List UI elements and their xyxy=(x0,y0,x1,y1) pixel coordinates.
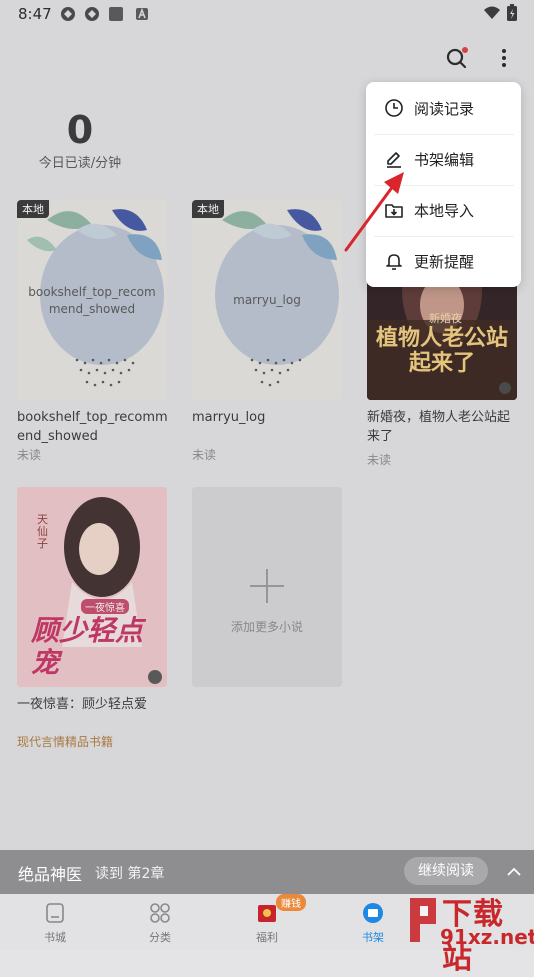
nav-label: 分类 xyxy=(149,931,171,944)
nav-label: 书城 xyxy=(44,931,66,944)
status-time: 8:47 xyxy=(18,5,52,23)
square-notification-icon xyxy=(109,7,123,21)
cover-title: bookshelf_top_recommend_showed xyxy=(28,285,156,316)
nav-item-bookstore[interactable]: 书城 xyxy=(0,894,110,950)
local-badge: 本地 xyxy=(192,200,224,218)
bookshelf-icon xyxy=(363,903,383,923)
earn-badge: 赚钱 xyxy=(276,894,306,911)
cover-author: 天仙子 xyxy=(37,513,48,550)
add-more-label: 添加更多小说 xyxy=(230,620,303,634)
wifi-icon xyxy=(484,6,500,19)
continue-reading-button[interactable]: 继续阅读 xyxy=(404,857,488,885)
menu-item-label: 本地导入 xyxy=(414,202,475,220)
last-read-book-title: 绝品神医 xyxy=(18,865,83,884)
watermark-url: 91xz.net xyxy=(440,925,534,949)
book-read-status: 未读 xyxy=(17,448,42,462)
book-cover[interactable]: bookshelf_top_recommend_showed 本地 xyxy=(17,200,167,400)
book-read-status: 未读 xyxy=(367,453,392,467)
red-arrow-annotation xyxy=(344,172,404,252)
add-more-books-card[interactable]: 添加更多小说 xyxy=(192,487,342,687)
clock-icon xyxy=(385,99,403,117)
chevron-up-icon[interactable] xyxy=(505,863,523,881)
menu-item-reading-history[interactable]: 阅读记录 xyxy=(366,83,521,134)
text-notification-icon xyxy=(136,7,148,20)
minutes-read-today: 0 xyxy=(66,108,94,152)
status-bar: 8:47 xyxy=(0,0,534,28)
more-options-icon[interactable] xyxy=(493,45,515,71)
book-title[interactable]: bookshelf_top_recommend_showed xyxy=(17,408,169,446)
app-notification-icon xyxy=(61,7,75,21)
cover-tag: 新婚夜 xyxy=(429,312,462,325)
minutes-read-label: 今日已读/分钟 xyxy=(38,156,122,171)
nav-item-category[interactable]: 分类 xyxy=(105,894,215,950)
local-badge: 本地 xyxy=(17,200,49,218)
cover-subtitle: 一夜惊喜 xyxy=(81,599,129,614)
plus-icon xyxy=(250,569,284,603)
cover-title: 顾少轻点宠 xyxy=(31,614,144,679)
book-cover[interactable]: 天仙子 一夜惊喜 顾少轻点宠 xyxy=(17,487,167,687)
book-category-tag[interactable]: 现代言情精品书籍 xyxy=(17,733,113,750)
menu-item-label: 书架编辑 xyxy=(414,151,475,169)
nav-label: 福利 xyxy=(256,931,278,944)
pencil-icon xyxy=(387,152,401,168)
book-read-status: 未读 xyxy=(192,448,217,462)
menu-item-label: 阅读记录 xyxy=(414,100,475,118)
search-icon[interactable] xyxy=(444,45,470,71)
book-cover[interactable]: marryu_log 本地 xyxy=(192,200,342,400)
bookstore-icon xyxy=(46,903,64,923)
app-notification-icon xyxy=(85,7,99,21)
book-title[interactable]: 新婚夜，植物人老公站起来了 xyxy=(367,408,519,446)
site-logo-watermark xyxy=(410,898,436,942)
last-read-progress: 读到 第2章 xyxy=(95,866,165,882)
cover-title: 植物人老公站起来了 xyxy=(375,326,508,376)
book-title[interactable]: marryu_log xyxy=(192,408,344,427)
book-title[interactable]: 一夜惊喜：顾少轻点爱 xyxy=(17,695,169,714)
battery-icon xyxy=(507,4,517,21)
menu-item-label: 更新提醒 xyxy=(414,253,475,271)
grid-icon xyxy=(150,903,170,923)
continue-reading-bar[interactable]: 绝品神医 读到 第2章 继续阅读 xyxy=(0,850,534,894)
cover-title: marryu_log xyxy=(233,293,301,307)
